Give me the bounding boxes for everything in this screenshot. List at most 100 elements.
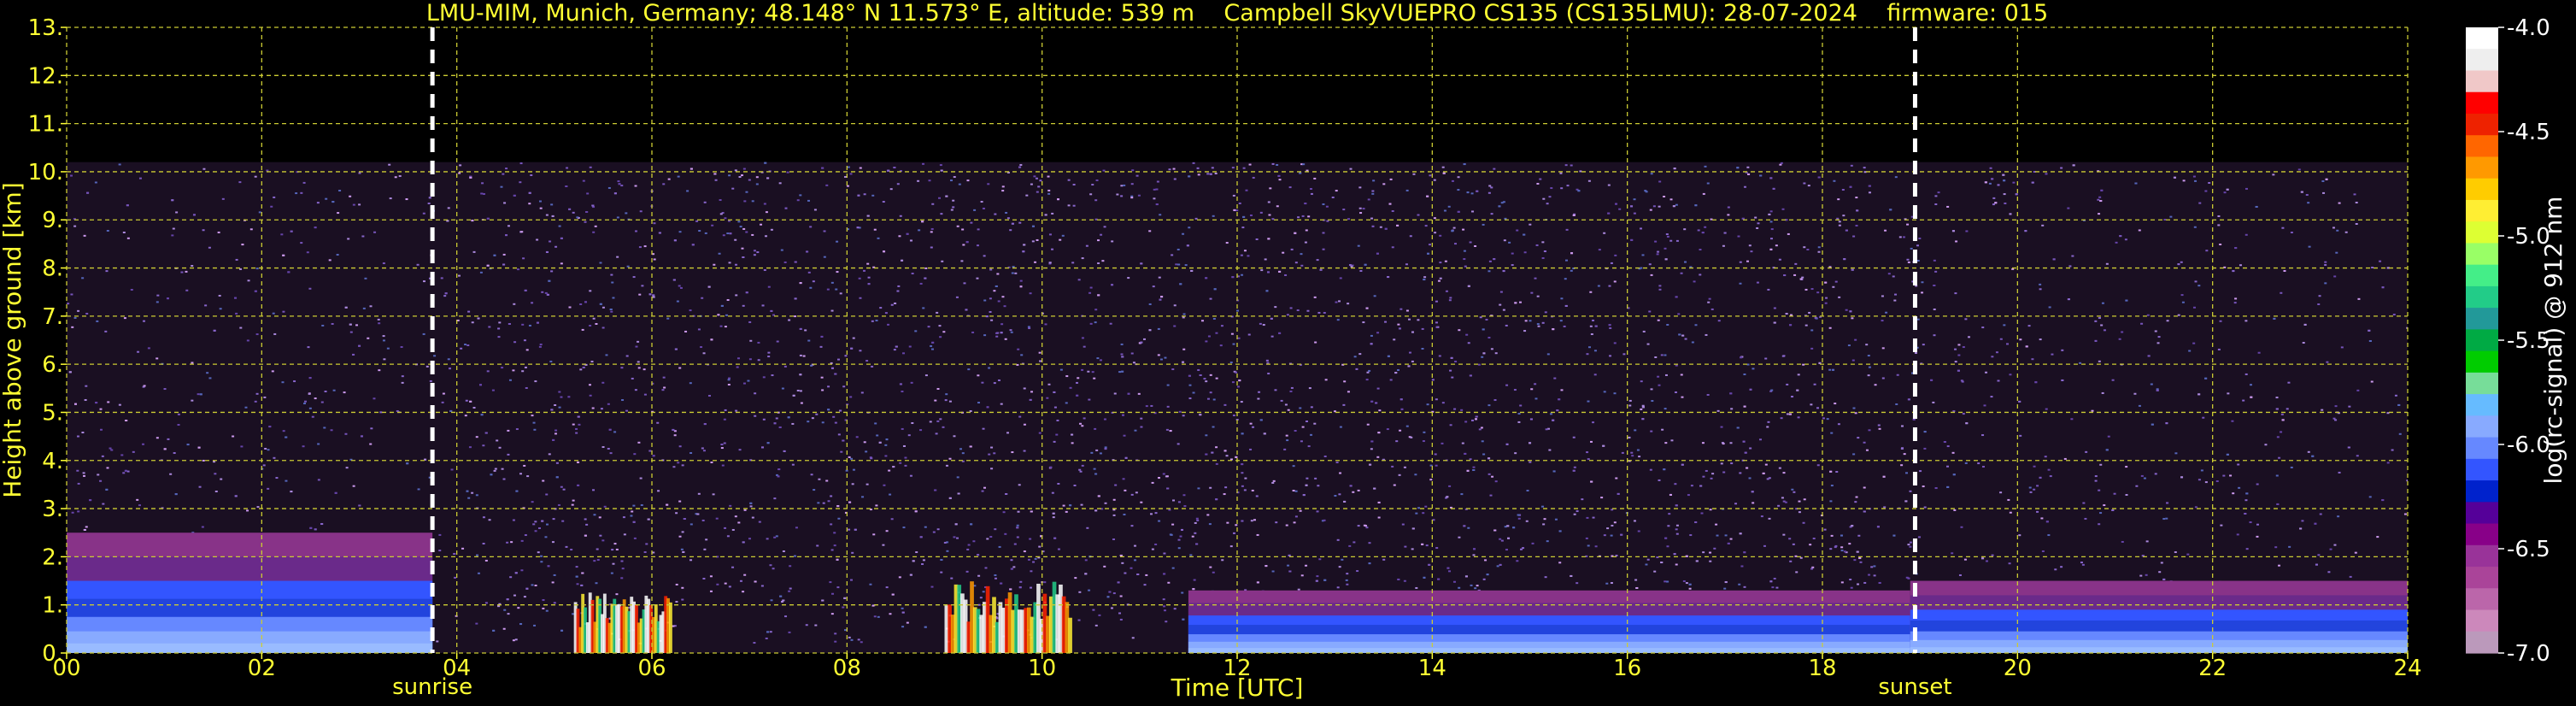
noise-dot bbox=[701, 519, 705, 521]
noise-dot bbox=[830, 549, 834, 551]
x-tick-label: 20 bbox=[2004, 656, 2032, 681]
noise-dot bbox=[95, 402, 98, 404]
noise-dot bbox=[620, 577, 624, 580]
noise-dot bbox=[1669, 239, 1673, 242]
noise-dot bbox=[1499, 538, 1502, 540]
noise-dot bbox=[1775, 244, 1778, 247]
noise-dot bbox=[1452, 227, 1456, 229]
noise-dot bbox=[720, 304, 724, 307]
noise-dot bbox=[1593, 350, 1597, 352]
noise-dot bbox=[952, 199, 955, 202]
noise-dot bbox=[1417, 214, 1420, 216]
noise-dot bbox=[1490, 186, 1493, 189]
noise-dot bbox=[631, 510, 634, 513]
noise-dot bbox=[753, 642, 756, 644]
noise-dot bbox=[1154, 512, 1158, 515]
noise-dot bbox=[378, 322, 381, 325]
noise-dot bbox=[575, 575, 578, 578]
noise-dot bbox=[652, 455, 655, 457]
noise-dot bbox=[1092, 609, 1095, 611]
noise-dot bbox=[1699, 485, 1703, 487]
noise-dot bbox=[1300, 253, 1303, 256]
noise-dot bbox=[238, 181, 242, 184]
noise-dot bbox=[396, 410, 399, 413]
noise-dot bbox=[1541, 257, 1545, 260]
noise-dot bbox=[1065, 375, 1069, 378]
noise-dot bbox=[1376, 332, 1380, 334]
x-tick-label: 18 bbox=[1808, 656, 1836, 681]
noise-dot bbox=[1286, 439, 1289, 442]
noise-dot bbox=[457, 274, 461, 277]
noise-dot bbox=[534, 521, 537, 523]
noise-dot bbox=[836, 586, 840, 589]
noise-dot bbox=[1513, 389, 1517, 391]
noise-dot bbox=[81, 432, 85, 434]
noise-dot bbox=[1656, 556, 1659, 559]
noise-dot bbox=[475, 436, 478, 438]
colorbar-swatch bbox=[2466, 502, 2498, 525]
noise-dot bbox=[2036, 510, 2039, 513]
noise-dot bbox=[799, 327, 802, 330]
noise-dot bbox=[156, 294, 160, 297]
noise-dot bbox=[534, 585, 537, 587]
noise-dot bbox=[1265, 565, 1268, 568]
noise-dot bbox=[943, 541, 947, 544]
noise-dot bbox=[167, 438, 170, 440]
noise-dot bbox=[640, 503, 643, 506]
noise-dot bbox=[2290, 231, 2293, 233]
noise-dot bbox=[1999, 338, 2003, 340]
noise-dot bbox=[873, 615, 877, 618]
noise-dot bbox=[689, 559, 693, 562]
colorbar-swatch bbox=[2466, 458, 2498, 481]
noise-dot bbox=[1700, 512, 1704, 515]
noise-dot bbox=[1630, 238, 1634, 241]
noise-dot bbox=[1727, 542, 1730, 544]
noise-dot bbox=[1716, 409, 1720, 412]
noise-dot bbox=[531, 501, 534, 503]
noise-dot bbox=[1308, 387, 1311, 390]
noise-dot bbox=[1093, 468, 1096, 470]
noise-dot bbox=[1505, 549, 1508, 551]
noise-dot bbox=[1357, 525, 1360, 527]
noise-dot bbox=[887, 323, 890, 326]
noise-dot bbox=[622, 516, 625, 519]
noise-dot bbox=[2244, 499, 2248, 502]
noise-dot bbox=[302, 181, 306, 184]
noise-dot bbox=[1791, 396, 1794, 398]
noise-dot bbox=[1585, 537, 1588, 539]
noise-dot bbox=[1758, 438, 1762, 441]
noise-dot bbox=[464, 344, 467, 346]
noise-dot bbox=[99, 408, 103, 410]
noise-dot bbox=[1005, 493, 1008, 496]
noise-dot bbox=[488, 519, 491, 521]
noise-dot bbox=[1787, 232, 1790, 235]
noise-dot bbox=[1130, 197, 1134, 199]
noise-dot bbox=[863, 441, 866, 444]
noise-dot bbox=[678, 367, 682, 369]
noise-dot bbox=[1893, 299, 1897, 302]
noise-dot bbox=[1403, 466, 1406, 468]
noise-dot bbox=[501, 367, 504, 369]
noise-dot bbox=[1257, 397, 1260, 400]
noise-dot bbox=[1331, 196, 1335, 198]
noise-dot bbox=[902, 444, 906, 447]
noise-dot bbox=[1154, 543, 1158, 545]
noise-dot bbox=[2227, 392, 2230, 395]
noise-dot bbox=[1275, 521, 1278, 524]
noise-dot bbox=[1847, 344, 1851, 347]
noise-dot bbox=[780, 249, 783, 251]
noise-dot bbox=[1507, 537, 1511, 539]
noise-dot bbox=[1834, 280, 1838, 283]
noise-dot bbox=[126, 237, 130, 239]
noise-dot bbox=[1205, 380, 1208, 383]
noise-dot bbox=[1020, 354, 1024, 356]
noise-dot bbox=[735, 294, 738, 297]
noise-dot bbox=[1517, 421, 1521, 423]
noise-dot bbox=[1404, 545, 1407, 548]
noise-dot bbox=[1294, 490, 1298, 492]
noise-dot bbox=[525, 587, 529, 590]
noise-dot bbox=[612, 562, 615, 565]
noise-dot bbox=[945, 195, 948, 197]
noise-dot bbox=[1786, 383, 1789, 385]
noise-dot bbox=[1990, 396, 1993, 398]
